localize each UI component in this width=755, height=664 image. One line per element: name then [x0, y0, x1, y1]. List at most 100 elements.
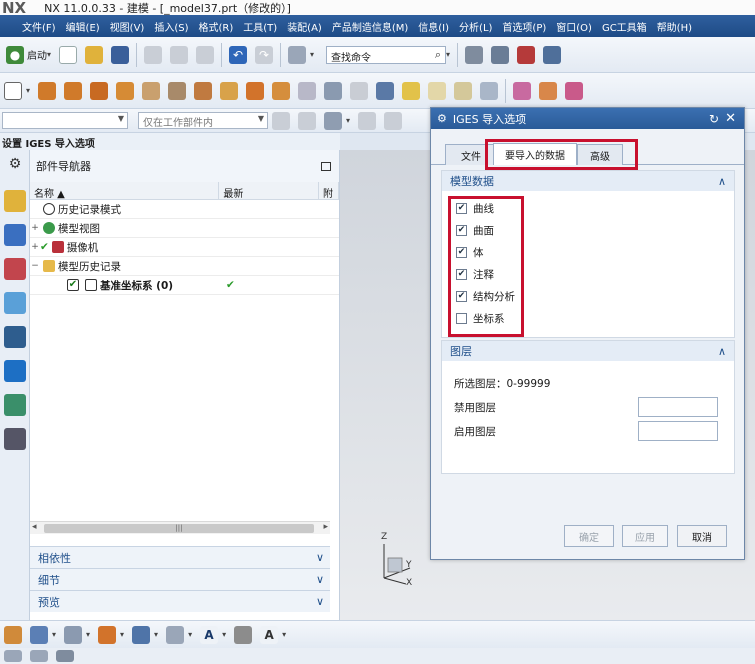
section-details[interactable]: 细节 ∨ [30, 568, 330, 590]
delete-face-icon[interactable] [565, 81, 584, 100]
column-latest[interactable]: 最新 [219, 182, 320, 200]
touch-mode-icon[interactable] [288, 45, 307, 64]
chevron-down-icon[interactable]: ▾ [120, 630, 124, 639]
section-preview[interactable]: 预览 ∨ [30, 590, 330, 612]
save-icon[interactable] [111, 45, 130, 64]
trim-body-icon[interactable] [428, 81, 447, 100]
inspect-icon[interactable] [234, 625, 253, 644]
model-data-header[interactable]: 模型数据 ∧ [442, 171, 734, 191]
menu-insert[interactable]: 插入(S) [149, 19, 193, 34]
text-icon[interactable]: A [200, 625, 219, 644]
collapse-icon[interactable]: − [30, 261, 40, 271]
chevron-down-icon[interactable]: ▾ [188, 630, 192, 639]
horizontal-scrollbar[interactable]: ◂ ||| ▸ [30, 521, 330, 534]
section-dependencies[interactable]: 相依性 ∨ [30, 546, 330, 568]
view-icon[interactable] [4, 650, 22, 662]
undo-icon[interactable]: ↶ [229, 45, 248, 64]
unite-icon[interactable] [246, 81, 265, 100]
chevron-down-icon[interactable]: ▾ [86, 630, 90, 639]
surface-icon[interactable] [480, 81, 499, 100]
chevron-down-icon[interactable]: ▾ [346, 116, 350, 125]
annotation-icon[interactable]: A [260, 625, 279, 644]
part-icon[interactable] [4, 625, 22, 644]
menu-gc-toolkit[interactable]: GC工具箱 [597, 19, 652, 34]
menu-tools[interactable]: 工具(T) [238, 19, 282, 34]
web-browser-icon[interactable] [4, 360, 26, 382]
apply-button[interactable]: 应用 [622, 525, 668, 547]
scroll-left-icon[interactable]: ◂ [32, 522, 37, 532]
gear-icon[interactable]: ⚙ [4, 156, 26, 178]
menu-analysis[interactable]: 分析(L) [454, 19, 497, 34]
boss-icon[interactable] [142, 81, 161, 100]
edge-blend-icon[interactable] [298, 81, 317, 100]
history-icon[interactable] [4, 394, 26, 416]
menu-help[interactable]: 帮助(H) [652, 19, 697, 34]
expand-icon[interactable]: + [30, 223, 40, 233]
menu-window[interactable]: 窗口(O) [551, 19, 597, 34]
tree-row-cameras[interactable]: + ✔ 摄像机 [30, 238, 339, 257]
enabled-layers-input[interactable] [638, 421, 718, 441]
close-icon[interactable]: ✕ [725, 111, 736, 126]
paste-icon[interactable] [196, 45, 215, 64]
filter-settings-icon[interactable] [272, 111, 290, 130]
disabled-layers-input[interactable] [638, 397, 718, 417]
menu-pmi[interactable]: 产品制造信息(M) [327, 19, 413, 34]
tree-row-datum-csys[interactable]: ✔ 基准坐标系 (0) ✔ [30, 276, 339, 295]
snap-icon[interactable] [517, 45, 536, 64]
assembly-icon[interactable] [543, 45, 562, 64]
pattern-icon[interactable] [220, 81, 239, 100]
cancel-button[interactable]: 取消 [677, 525, 727, 547]
redo-icon[interactable]: ↷ [255, 45, 274, 64]
snap-point-icon[interactable] [298, 111, 316, 130]
column-extra[interactable]: 附 [319, 182, 339, 200]
cut-icon[interactable] [144, 45, 163, 64]
section-view-icon[interactable] [132, 625, 151, 644]
chevron-down-icon[interactable]: ▾ [310, 50, 314, 59]
chevron-down-icon[interactable]: ▾ [52, 630, 56, 639]
chamfer-icon[interactable] [324, 81, 343, 100]
menu-file[interactable]: 文件(F) [0, 19, 61, 34]
type-filter-select[interactable]: ▼ [2, 112, 128, 129]
start-button[interactable]: ● 启动 ▾ [6, 45, 55, 64]
pmi-note-icon[interactable] [64, 625, 83, 644]
component-icon[interactable] [30, 625, 48, 644]
extrude-icon[interactable] [38, 81, 57, 100]
checkbox-icon[interactable]: ✔ [67, 279, 79, 291]
revolve-icon[interactable] [64, 81, 83, 100]
chevron-down-icon[interactable]: ▾ [282, 630, 286, 639]
draft-icon[interactable] [376, 81, 395, 100]
rectangle-select-icon[interactable] [384, 111, 403, 130]
hole-icon[interactable] [90, 81, 109, 100]
menu-format[interactable]: 格式(R) [194, 19, 239, 34]
select-feature-icon[interactable] [324, 111, 342, 130]
menu-view[interactable]: 视图(V) [105, 19, 150, 34]
shell-icon[interactable] [350, 81, 369, 100]
layer-settings-icon[interactable] [465, 45, 484, 64]
menu-assembly[interactable]: 装配(A) [282, 19, 327, 34]
chevron-down-icon[interactable]: ▾ [446, 50, 450, 59]
visual-reporting-icon[interactable] [4, 326, 26, 348]
menu-edit[interactable]: 编辑(E) [61, 19, 105, 34]
pad-icon[interactable] [194, 81, 213, 100]
layers-header[interactable]: 图层 ∧ [442, 341, 734, 361]
render-icon[interactable] [30, 650, 48, 662]
maximize-icon[interactable] [321, 161, 331, 171]
measure-icon[interactable] [98, 625, 117, 644]
chevron-down-icon[interactable]: ▾ [26, 86, 30, 95]
menu-information[interactable]: 信息(I) [413, 19, 454, 34]
tree-row-history-mode[interactable]: 历史记录模式 [30, 200, 339, 219]
scrollbar-thumb[interactable]: ||| [44, 524, 314, 533]
layer-icon[interactable] [166, 625, 185, 644]
point-snap-icon[interactable] [358, 111, 377, 130]
sketch-icon[interactable] [4, 81, 22, 100]
offset-face-icon[interactable] [402, 81, 421, 100]
part-navigator-icon[interactable] [4, 258, 26, 280]
chevron-down-icon[interactable]: ▾ [154, 630, 158, 639]
move-object-icon[interactable] [491, 45, 510, 64]
orient-icon[interactable] [56, 650, 74, 662]
tree-row-model-history[interactable]: − 模型历史记录 [30, 257, 339, 276]
ok-button[interactable]: 确定 [564, 525, 614, 547]
column-name[interactable]: 名称 ▲ [30, 182, 220, 200]
command-search-input[interactable]: 查找命令 ⌕ [326, 45, 447, 64]
block-icon[interactable] [116, 81, 135, 100]
